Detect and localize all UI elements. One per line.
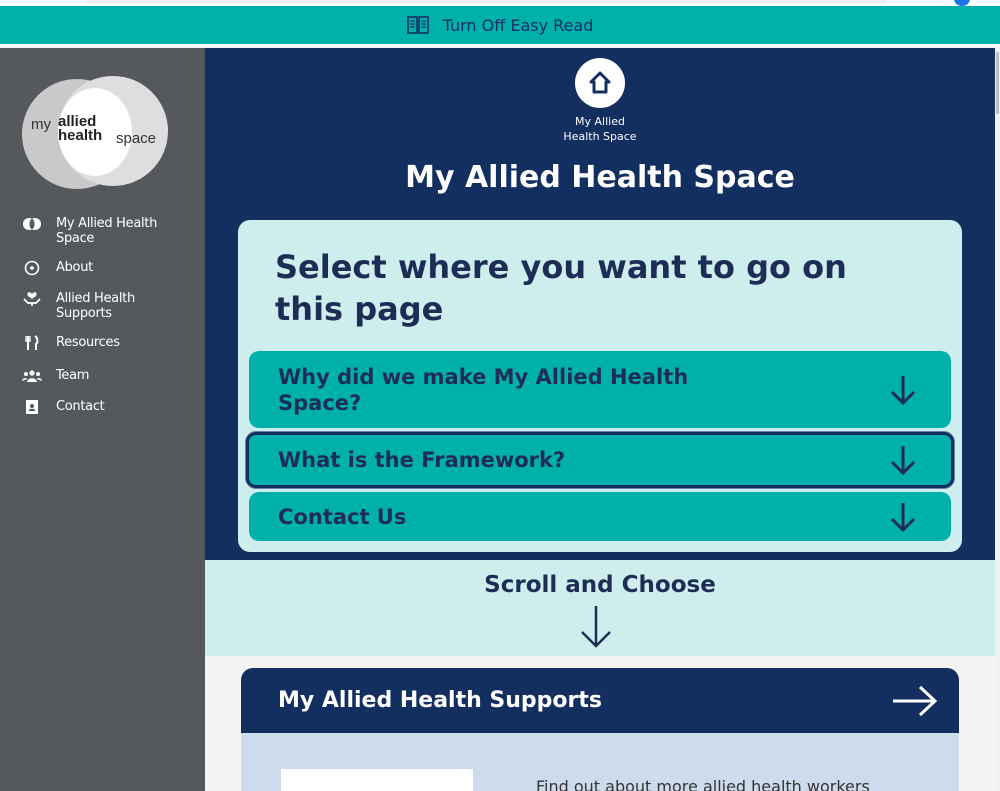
page-navigation-card: Select where you want to go on this page… bbox=[238, 220, 962, 552]
sidebar-item-team[interactable]: Team bbox=[22, 368, 202, 384]
hero-section: My Allied Health Space My Allied Health … bbox=[205, 48, 995, 560]
supports-card: My Allied Health Supports Find out about… bbox=[241, 668, 959, 791]
jump-link-framework[interactable]: What is the Framework? bbox=[246, 432, 954, 488]
arrow-down-icon bbox=[890, 375, 916, 405]
sidebar-item-label: My Allied Health Space bbox=[56, 216, 158, 246]
arrow-down-icon bbox=[890, 502, 916, 532]
sidebar-item-label: About bbox=[56, 260, 93, 275]
easy-read-label: Turn Off Easy Read bbox=[442, 15, 594, 35]
easy-read-toggle[interactable]: Turn Off Easy Read bbox=[0, 6, 1000, 46]
select-heading: Select where you want to go on this page bbox=[275, 248, 847, 328]
scroll-and-choose-band: Scroll and Choose bbox=[205, 560, 995, 656]
sidebar-item-my-allied-health-space[interactable]: My Allied Health Space bbox=[22, 216, 202, 246]
content-section: My Allied Health Supports Find out about… bbox=[205, 656, 995, 791]
sidebar-item-label: Allied Health Supports bbox=[56, 291, 135, 321]
page-scrollbar[interactable] bbox=[995, 48, 1000, 791]
jump-link-label: Contact Us bbox=[278, 504, 407, 529]
sidebar-item-label: Contact bbox=[56, 399, 105, 414]
arrow-down-icon bbox=[581, 606, 611, 648]
address-bar-edge bbox=[86, 0, 886, 4]
supports-card-image bbox=[281, 769, 473, 791]
site-logo[interactable]: my allied health space bbox=[22, 76, 172, 189]
hands-heart-icon bbox=[22, 291, 42, 307]
sidebar-item-label: Resources bbox=[56, 335, 120, 350]
home-label[interactable]: My Allied Health Space bbox=[535, 114, 665, 144]
home-icon bbox=[589, 71, 611, 94]
supports-card-header[interactable]: My Allied Health Supports bbox=[241, 668, 959, 733]
jump-link-label: Why did we make My Allied Health Space? bbox=[278, 364, 689, 415]
supports-card-title: My Allied Health Supports bbox=[278, 688, 603, 713]
people-icon bbox=[22, 368, 42, 384]
home-button[interactable] bbox=[575, 58, 625, 108]
logo-text-space: space bbox=[116, 130, 157, 147]
contact-card-icon bbox=[22, 399, 42, 415]
scrollbar-thumb[interactable] bbox=[996, 52, 999, 114]
scroll-and-choose-label: Scroll and Choose bbox=[484, 572, 716, 598]
supports-card-description: Find out about more allied health worker… bbox=[536, 777, 870, 791]
sidebar-item-about[interactable]: About bbox=[22, 260, 202, 276]
arrow-right-icon bbox=[893, 685, 938, 716]
sidebar-item-contact[interactable]: Contact bbox=[22, 399, 202, 415]
sidebar-item-resources[interactable]: Resources bbox=[22, 335, 202, 351]
sidebar-nav: My Allied Health Space About Allied Heal… bbox=[22, 216, 202, 415]
home-label-line1: My Allied bbox=[575, 115, 625, 128]
info-circle-icon bbox=[22, 260, 42, 276]
sidebar-item-label: Team bbox=[56, 368, 90, 383]
supports-card-body: Find out about more allied health worker… bbox=[241, 733, 959, 791]
jump-link-label: What is the Framework? bbox=[278, 448, 566, 472]
jump-link-why[interactable]: Why did we make My Allied Health Space? bbox=[249, 351, 951, 428]
sidebar-item-allied-health-supports[interactable]: Allied Health Supports bbox=[22, 291, 202, 321]
book-icon bbox=[406, 16, 429, 34]
home-label-line2: Health Space bbox=[563, 130, 637, 143]
logo-text-health: health bbox=[58, 127, 103, 144]
fork-knife-icon bbox=[22, 335, 42, 351]
jump-link-contact-us[interactable]: Contact Us bbox=[249, 492, 951, 541]
logo-text-my: my bbox=[31, 116, 51, 133]
sidebar: my allied health space My Allied Health … bbox=[0, 48, 205, 791]
arrow-down-icon bbox=[890, 446, 916, 476]
page-title: My Allied Health Space bbox=[405, 160, 795, 195]
venn-circles-icon bbox=[22, 216, 42, 232]
